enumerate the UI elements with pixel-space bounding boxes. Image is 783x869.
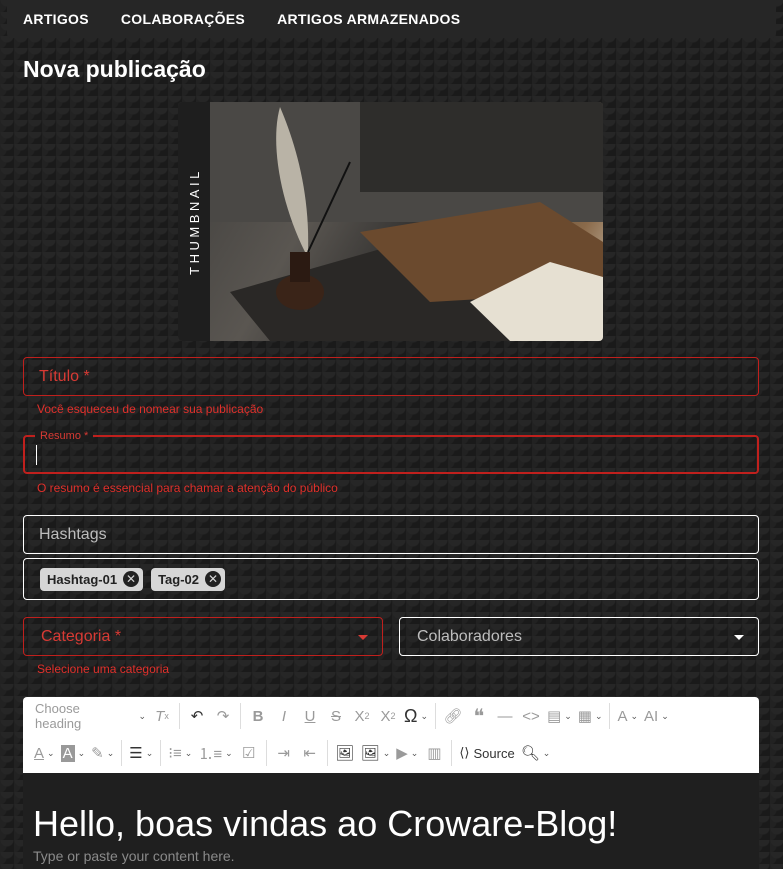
table-icon[interactable]: ▦ ⌄ [575, 702, 606, 730]
align-icon[interactable]: ☰ ⌄ [126, 739, 156, 767]
remove-tag-icon[interactable]: ✕ [205, 571, 222, 587]
chevron-down-icon [734, 635, 744, 640]
hashtags-input[interactable]: Hashtags [23, 515, 759, 554]
thumbnail-upload[interactable]: THUMBNAIL [178, 102, 603, 341]
thumbnail-strip: THUMBNAIL [178, 102, 210, 341]
template-icon[interactable]: ▤ ⌄ [544, 702, 575, 730]
superscript-icon[interactable]: X2 [375, 702, 401, 730]
editor-placeholder: Type or paste your content here. [33, 848, 235, 864]
undo-icon[interactable]: ↶ [184, 702, 210, 730]
indent-icon[interactable]: ⇥ [271, 739, 297, 767]
summary-label: Resumo * [35, 430, 94, 442]
todo-list-icon[interactable]: ☑ [236, 739, 262, 767]
font-color-icon[interactable]: A ⌄ [31, 739, 58, 767]
nav-artigos-armazenados[interactable]: ARTIGOS ARMAZENADOS [277, 11, 460, 27]
category-label: Categoria * [41, 627, 122, 645]
nav-colaboracoes[interactable]: COLABORAÇÕES [121, 11, 245, 27]
tag-label: Hashtag-01 [47, 571, 118, 587]
text-cursor [36, 444, 37, 465]
tags-container: Hashtag-01 ✕ Tag-02 ✕ [23, 558, 759, 600]
category-select[interactable]: Categoria * [23, 617, 383, 656]
special-characters-icon[interactable]: Ω ⌄ [401, 702, 431, 730]
image-upload-icon[interactable]: 🖼︎ ⌄ [358, 739, 394, 767]
tag-label: Tag-02 [158, 571, 200, 587]
thumbnail-image [210, 102, 603, 341]
content-heading: Hello, boas vindas ao Croware-Blog! [33, 803, 618, 844]
underline-icon[interactable]: U [297, 702, 323, 730]
media-embed-icon[interactable]: ▶ ⌄ [393, 739, 421, 767]
collaborators-label: Colaboradores [417, 627, 522, 645]
redo-icon[interactable]: ↷ [210, 702, 236, 730]
background-color-icon[interactable]: A ⌄ [58, 739, 89, 767]
remove-tag-icon[interactable]: ✕ [123, 571, 140, 587]
editor-content[interactable]: Hello, boas vindas ao Croware-Blog! Type… [23, 773, 759, 869]
collaborators-select[interactable]: Colaboradores [399, 617, 759, 656]
source-button[interactable]: ⟨⟩ Source [456, 739, 517, 767]
title-error: Você esqueceu de nomear sua publicação [37, 402, 264, 416]
summary-field[interactable]: Resumo * [23, 430, 759, 474]
remove-format-icon[interactable]: Tx [149, 702, 175, 730]
source-icon: ⟨⟩ [459, 745, 470, 760]
category-error: Selecione uma categoria [37, 662, 170, 676]
code-icon[interactable]: <> [518, 702, 544, 730]
thumbnail-label: THUMBNAIL [186, 168, 202, 275]
outdent-icon[interactable]: ⇤ [297, 739, 323, 767]
font-size-icon[interactable]: AI ⌄ [641, 702, 672, 730]
blockquote-icon[interactable]: ❝ [466, 702, 492, 730]
editor-toolbar: Choose heading ⌄ Tx ↶ ↷ B I U S X2 X2 Ω ⌄ … [23, 697, 759, 773]
hashtags-placeholder: Hashtags [39, 525, 107, 543]
highlight-icon[interactable]: ✎ ⌄ [88, 739, 117, 767]
horizontal-line-icon[interactable]: — [492, 702, 518, 730]
title-field[interactable]: Título * [23, 357, 759, 396]
summary-error: O resumo é essencial para chamar a atenç… [37, 481, 338, 495]
page-title: Nova publicação [23, 56, 206, 82]
tag-chip[interactable]: Tag-02 ✕ [151, 567, 226, 591]
subscript-icon[interactable]: X2 [349, 702, 375, 730]
link-icon[interactable]: 🔗︎ [440, 702, 466, 730]
strikethrough-icon[interactable]: S [323, 702, 349, 730]
numbered-list-icon[interactable]: ⒈≡ ⌄ [195, 739, 235, 767]
tag-chip[interactable]: Hashtag-01 ✕ [40, 567, 144, 591]
nav-artigos[interactable]: ARTIGOS [23, 11, 89, 27]
find-replace-icon[interactable]: 🔍︎ ⌄ [518, 739, 554, 767]
top-nav: ARTIGOS COLABORAÇÕES ARTIGOS ARMAZENADOS [7, 0, 776, 38]
chevron-down-icon [358, 635, 368, 640]
italic-icon[interactable]: I [271, 702, 297, 730]
image-insert-icon[interactable]: 🖼︎ [332, 739, 358, 767]
bold-icon[interactable]: B [245, 702, 271, 730]
text-style-icon[interactable]: A ⌄ [614, 702, 641, 730]
html-embed-icon[interactable]: ▥ [421, 739, 447, 767]
bulleted-list-icon[interactable]: ⁝≡ ⌄ [165, 739, 195, 767]
title-label: Título * [39, 367, 90, 385]
heading-select[interactable]: Choose heading ⌄ [31, 701, 149, 731]
